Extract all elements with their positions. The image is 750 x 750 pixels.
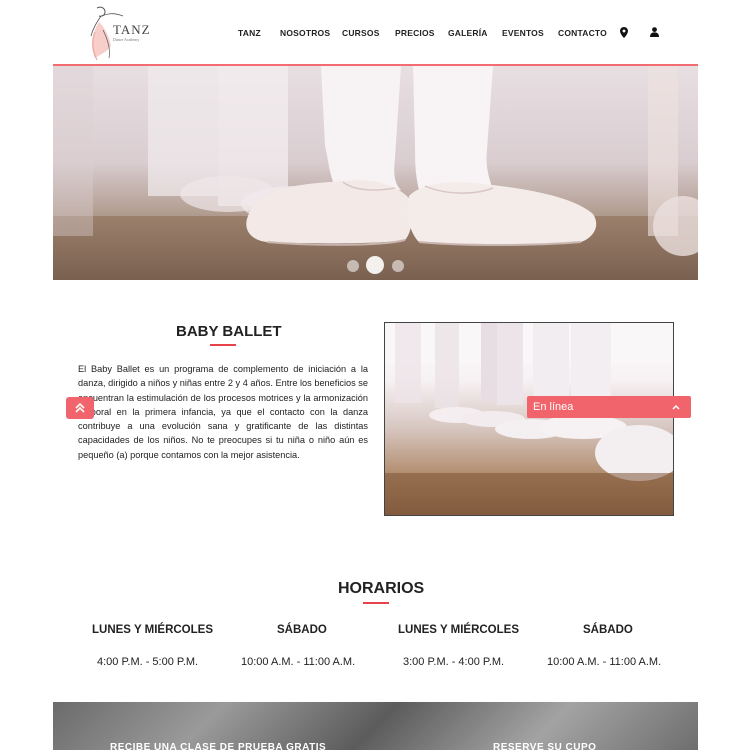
slider-dot-3[interactable] <box>392 260 404 272</box>
nav-precios[interactable]: PRECIOS <box>395 28 435 38</box>
horarios-underline <box>363 602 389 604</box>
schedule-day-2: SÁBADO <box>277 624 327 636</box>
nav-cursos[interactable]: CURSOS <box>342 28 380 38</box>
baby-ballet-title: BABY BALLET <box>176 323 282 340</box>
ballet-feet-image <box>53 66 698 256</box>
nav-contacto[interactable]: CONTACTO <box>558 28 607 38</box>
schedule-time-4: 10:00 A.M. - 11:00 A.M. <box>547 656 662 668</box>
logo[interactable]: TANZ Dance Academy <box>83 2 155 62</box>
reserve-cta[interactable]: RESERVE SU CUPO <box>493 742 596 750</box>
schedule-time-3: 3:00 P.M. - 4:00 P.M. <box>403 656 505 668</box>
baby-ballet-photo <box>384 322 674 516</box>
schedule-time-1: 4:00 P.M. - 5:00 P.M. <box>97 656 199 668</box>
nav-tanz[interactable]: TANZ <box>238 28 261 38</box>
schedule-day-1: LUNES Y MIÉRCOLES <box>92 624 213 636</box>
schedule-time-2: 10:00 A.M. - 11:00 A.M. <box>241 656 356 668</box>
free-class-cta[interactable]: RECIBE UNA CLASE DE PRUEBA GRATIS <box>110 742 326 750</box>
logo-text: TANZ <box>113 22 151 37</box>
baby-ballet-description: El Baby Ballet es un programa de complem… <box>78 364 368 460</box>
slider-dot-2-active[interactable] <box>366 256 384 274</box>
promo-banner: RECIBE UNA CLASE DE PRUEBA GRATIS RESERV… <box>53 702 698 750</box>
schedule-day-3: LUNES Y MIÉRCOLES <box>398 624 519 636</box>
horarios-title: HORARIOS <box>338 580 425 597</box>
user-icon[interactable] <box>648 25 660 39</box>
chevron-up-icon[interactable] <box>671 400 681 414</box>
map-pin-icon[interactable] <box>618 25 630 39</box>
ballet-class-image <box>385 323 673 515</box>
scroll-to-top-button[interactable] <box>66 397 94 419</box>
baby-ballet-underline <box>210 344 236 346</box>
slider-dot-1[interactable] <box>347 260 359 272</box>
double-chevron-up-icon <box>75 402 85 413</box>
slider-dots <box>0 255 750 275</box>
chat-widget[interactable]: En línea <box>527 396 691 418</box>
hero-slider[interactable] <box>53 66 698 280</box>
logo-subtitle: Dance Academy <box>113 37 140 42</box>
nav-nosotros[interactable]: NOSOTROS <box>280 28 330 38</box>
site-header: TANZ Dance Academy TANZ NOSOTROS CURSOS … <box>53 0 698 64</box>
nav-galeria[interactable]: GALERÍA <box>448 28 488 38</box>
nav-eventos[interactable]: EVENTOS <box>502 28 544 38</box>
schedule-day-4: SÁBADO <box>583 624 633 636</box>
chat-label: En línea <box>533 401 574 413</box>
